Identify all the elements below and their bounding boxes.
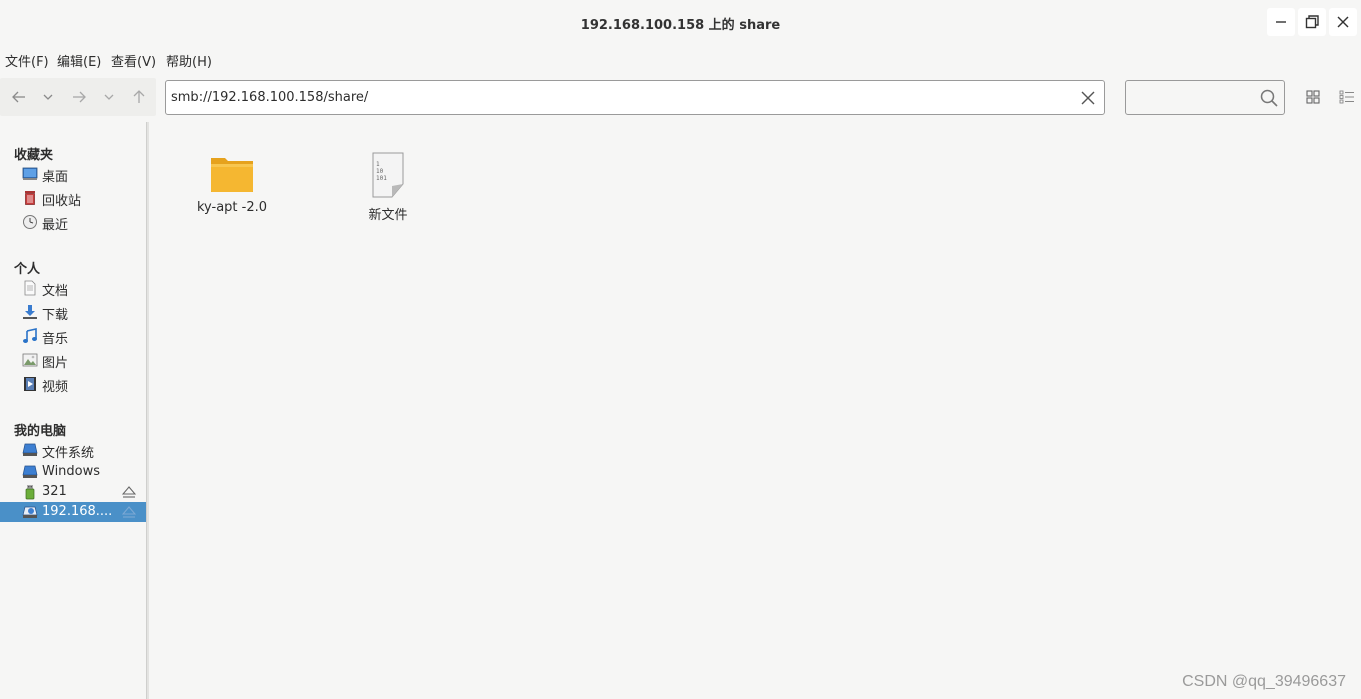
sidebar-item-label: 桌面 [42, 170, 69, 185]
icon-view-icon [1306, 90, 1320, 104]
icon-view-button[interactable] [1303, 88, 1323, 106]
sidebar-item-network-share[interactable]: 192.168.... [0, 502, 146, 522]
search-icon [1260, 89, 1278, 107]
sidebar-item-windows[interactable]: Windows [0, 462, 146, 482]
sidebar-item-label: 下载 [42, 308, 69, 323]
document-icon [24, 280, 36, 296]
video-icon [24, 377, 36, 391]
sidebar: 收藏夹 桌面 回收站 最近 个人 文档 下载 音乐 图片 视频 我的电脑 文件系… [0, 122, 146, 699]
maximize-button[interactable] [1298, 8, 1326, 36]
minimize-icon [1276, 21, 1286, 23]
drive-icon [22, 465, 38, 478]
file-name: 新文件 [368, 208, 408, 223]
chevron-down-icon [104, 94, 114, 100]
sidebar-item-recent[interactable]: 最近 [0, 212, 146, 233]
eject-icon[interactable] [122, 505, 136, 519]
up-button[interactable] [126, 78, 152, 116]
sidebar-item-label: 视频 [42, 380, 69, 395]
sidebar-item-downloads[interactable]: 下载 [0, 302, 146, 323]
sidebar-item-label: 最近 [42, 218, 69, 233]
recent-icon [23, 215, 37, 229]
sidebar-section-personal: 个人 [14, 262, 41, 277]
sidebar-item-label: 回收站 [42, 194, 82, 209]
search-input[interactable] [1125, 80, 1285, 115]
search-button[interactable] [1258, 87, 1280, 109]
clear-location-button[interactable] [1078, 88, 1098, 108]
navigation-buttons [0, 78, 156, 116]
sidebar-item-videos[interactable]: 视频 [0, 374, 146, 395]
sidebar-item-documents[interactable]: 文档 [0, 278, 146, 299]
sidebar-section-favorites: 收藏夹 [14, 148, 54, 163]
watermark: CSDN @qq_39496637 [1182, 673, 1346, 690]
sidebar-item-label: 音乐 [42, 332, 69, 347]
close-icon [1337, 16, 1349, 28]
sidebar-item-label: 192.168.... [42, 504, 113, 519]
svg-text:1: 1 [376, 161, 380, 168]
list-view-button[interactable] [1337, 88, 1357, 106]
sidebar-item-filesystem[interactable]: 文件系统 [0, 440, 146, 461]
sidebar-item-music[interactable]: 音乐 [0, 326, 146, 347]
sidebar-item-label: 图片 [42, 356, 69, 371]
sidebar-item-pictures[interactable]: 图片 [0, 350, 146, 371]
folder-icon [211, 158, 253, 192]
trash-icon [25, 191, 35, 205]
sidebar-item-label: 文件系统 [42, 446, 95, 461]
svg-text:101: 101 [376, 175, 387, 182]
desktop-icon [22, 167, 38, 180]
minimize-button[interactable] [1267, 8, 1295, 36]
back-button[interactable] [6, 78, 32, 116]
binary-file-icon: 1 10 101 [372, 152, 404, 198]
sidebar-item-label: Windows [42, 464, 101, 479]
close-icon [1081, 91, 1095, 105]
title-bar: 192.168.100.158 上的 share [0, 0, 1361, 46]
menu-help[interactable]: 帮助(H) [166, 51, 212, 70]
eject-icon[interactable] [122, 485, 136, 499]
location-input[interactable]: smb://192.168.100.158/share/ [171, 90, 368, 105]
svg-text:10: 10 [376, 168, 384, 175]
location-bar[interactable]: smb://192.168.100.158/share/ [165, 80, 1105, 115]
picture-icon [22, 353, 38, 367]
arrow-right-icon [73, 91, 86, 103]
menu-file[interactable]: 文件(F) [5, 51, 49, 70]
chevron-down-icon [43, 94, 53, 100]
sidebar-item-usb-321[interactable]: 321 [0, 482, 146, 502]
music-icon [23, 328, 37, 343]
sidebar-section-computer: 我的电脑 [14, 424, 67, 439]
file-item-folder[interactable]: ky-apt -2.0 [182, 154, 282, 215]
arrow-left-icon [12, 91, 25, 103]
file-name: ky-apt -2.0 [196, 200, 268, 215]
list-view-icon [1339, 90, 1354, 104]
menu-view[interactable]: 查看(V) [111, 51, 156, 70]
back-history-button[interactable] [36, 78, 60, 116]
download-icon [23, 305, 37, 319]
forward-button[interactable] [66, 78, 92, 116]
file-item-binary[interactable]: 1 10 101 新文件 [338, 152, 438, 223]
sidebar-item-desktop[interactable]: 桌面 [0, 164, 146, 185]
file-view[interactable]: ky-apt -2.0 1 10 101 新文件 [149, 122, 1361, 699]
network-share-icon [22, 506, 38, 518]
menu-bar: 文件(F) 编辑(E) 查看(V) 帮助(H) [0, 46, 1361, 72]
arrow-up-icon [133, 90, 145, 103]
forward-history-button[interactable] [97, 78, 121, 116]
menu-edit[interactable]: 编辑(E) [57, 51, 101, 70]
sidebar-item-label: 文档 [42, 284, 69, 299]
sidebar-item-trash[interactable]: 回收站 [0, 188, 146, 209]
usb-icon [25, 485, 35, 500]
window-title: 192.168.100.158 上的 share [580, 18, 781, 33]
maximize-icon [1305, 15, 1319, 29]
sidebar-item-label: 321 [42, 484, 67, 499]
close-button[interactable] [1329, 8, 1357, 36]
drive-icon [22, 443, 38, 456]
